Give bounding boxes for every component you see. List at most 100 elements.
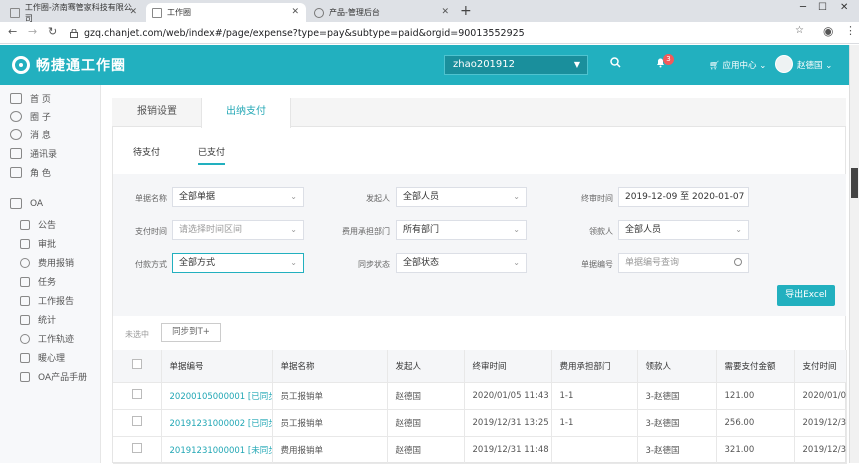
table-row[interactable]: 20191231000001 [未同步] 费用报销单 赵德国 2019/12/3… — [113, 436, 847, 464]
search-icon[interactable] — [734, 258, 742, 266]
doc-no-search-input[interactable]: 单据编号查询 — [618, 253, 749, 273]
forward-arrow-icon[interactable]: → — [28, 25, 37, 38]
select-all-cell[interactable] — [113, 350, 162, 383]
sidebar-item-care[interactable]: 暖心理 — [20, 351, 65, 364]
table-row[interactable]: 20191231000002 [已同步] 员工报销单 赵德国 2019/12/3… — [113, 409, 847, 437]
close-window-icon[interactable]: ✕ — [840, 2, 848, 13]
back-arrow-icon[interactable]: ← — [8, 25, 17, 38]
initiator-select[interactable]: 全部人员 ⌄ — [396, 187, 527, 207]
sidebar-item-expense[interactable]: 费用报销 — [20, 256, 74, 269]
page-icon — [152, 7, 162, 18]
browser-tab-1[interactable]: 工作圈-济南骞管家科技有限公司 ✕ — [4, 3, 144, 23]
tab-reimburse-settings[interactable]: 报销设置 — [112, 98, 202, 127]
doc-no[interactable]: 20191231000001 — [170, 446, 246, 456]
sidebar-item-roles[interactable]: 角 色 — [10, 166, 51, 179]
doc-no-link[interactable]: 20200105000001 [已同步] — [161, 382, 273, 410]
column-header-pay-time[interactable]: 支付时间 — [794, 350, 847, 383]
row-checkbox[interactable] — [132, 416, 142, 426]
user-menu[interactable]: 赵德国 ⌄ — [797, 59, 832, 71]
subtab-pending[interactable]: 待支付 — [133, 145, 160, 158]
sidebar-item-track[interactable]: 工作轨迹 — [20, 332, 74, 345]
column-header-payee[interactable]: 领款人 — [637, 350, 717, 383]
table-row[interactable]: 20200105000001 [已同步] 员工报销单 赵德国 2020/01/0… — [113, 382, 847, 410]
reload-icon[interactable]: ↻ — [48, 25, 57, 38]
amount-cell: 256.00 — [716, 409, 795, 437]
close-icon[interactable]: ✕ — [129, 7, 137, 17]
payee-select[interactable]: 全部人员 ⌄ — [618, 220, 749, 240]
avatar[interactable] — [775, 55, 793, 73]
sidebar-item-label: 角 色 — [30, 169, 51, 179]
browser-tab-3[interactable]: 产品-管理后台 ✕ — [308, 3, 456, 22]
sidebar-item-contacts[interactable]: 通讯录 — [10, 147, 57, 160]
row-select-cell[interactable] — [113, 382, 162, 410]
doc-no[interactable]: 20200105000001 — [170, 392, 246, 402]
close-icon[interactable]: ✕ — [441, 7, 449, 17]
sidebar-item-task[interactable]: 任务 — [20, 275, 56, 288]
username: 赵德国 — [797, 61, 823, 71]
sync-status: [未同步] — [247, 445, 271, 456]
sidebar-item-messages[interactable]: 消 息 — [10, 128, 51, 141]
search-icon[interactable] — [610, 57, 621, 71]
menu-dots-icon[interactable]: ⋮ — [845, 24, 856, 37]
url-field[interactable]: gzq.chanjet.com/web/index#/page/expense?… — [70, 25, 810, 41]
final-time-range[interactable]: 2019-12-09 至 2020-01-07 — [618, 187, 749, 207]
row-checkbox[interactable] — [132, 443, 142, 453]
minimize-icon[interactable]: ─ — [800, 2, 806, 13]
column-header-doc-name[interactable]: 单据名称 — [272, 350, 388, 383]
doc-no[interactable]: 20191231000002 — [170, 419, 246, 429]
sidebar-item-report[interactable]: 工作报告 — [20, 294, 74, 307]
column-header-final-time[interactable]: 终审时间 — [464, 350, 552, 383]
dept-select[interactable]: 所有部门 ⌄ — [396, 220, 527, 240]
tab-cashier-payment[interactable]: 出纳支付 — [201, 98, 291, 128]
close-icon[interactable]: ✕ — [291, 7, 299, 17]
select-all-checkbox[interactable] — [132, 359, 142, 370]
sidebar-item-label: 消 息 — [30, 131, 51, 141]
star-icon[interactable]: ☆ — [795, 25, 804, 36]
doc-no-link[interactable]: 20191231000002 [已同步] — [161, 409, 273, 437]
row-select-cell[interactable] — [113, 409, 162, 437]
row-select-cell[interactable] — [113, 436, 162, 464]
chevron-down-icon: ⌄ — [735, 225, 742, 234]
announcement-icon — [20, 219, 30, 230]
select-value: 全部人员 — [625, 225, 662, 235]
column-header-doc-no[interactable]: 单据编号 — [161, 350, 273, 383]
sidebar-item-groups[interactable]: 圈 子 — [10, 110, 51, 123]
filter-label-doc-name: 单据名称 — [135, 194, 167, 203]
doc-no-link[interactable]: 20191231000001 [未同步] — [161, 436, 273, 464]
page-scrollbar[interactable] — [849, 45, 859, 463]
sidebar-item-label: 通讯录 — [30, 150, 58, 160]
sidebar-section-oa[interactable]: OA — [10, 198, 43, 209]
sidebar-item-approval[interactable]: 审批 — [20, 237, 56, 250]
row-checkbox[interactable] — [132, 389, 142, 399]
select-value: 全部人员 — [403, 192, 440, 202]
filter-label-pay-method: 付款方式 — [135, 260, 167, 269]
pay-time-range[interactable]: 请选择时间区间 ⌄ — [172, 220, 304, 240]
pay-method-select[interactable]: 全部方式 ⌄ — [172, 253, 304, 273]
sidebar-item-home[interactable]: 首 页 — [10, 92, 51, 105]
selection-status: 未选中 — [125, 330, 149, 339]
column-header-initiator[interactable]: 发起人 — [387, 350, 465, 383]
scrollbar-thumb[interactable] — [851, 168, 858, 198]
export-excel-button[interactable]: 导出Excel — [777, 285, 835, 306]
doc-name-select[interactable]: 全部单据 ⌄ — [172, 187, 304, 207]
sync-status-select[interactable]: 全部状态 ⌄ — [396, 253, 527, 273]
column-header-dept[interactable]: 费用承担部门 — [551, 350, 638, 383]
initiator-cell: 赵德国 — [387, 382, 465, 410]
browser-tab-2[interactable]: 工作圈 ✕ — [146, 3, 306, 22]
main-tabs: 报销设置 出纳支付 — [112, 98, 846, 128]
org-selector[interactable]: zhao201912 ▼ — [444, 55, 588, 75]
app-logo[interactable]: 畅捷通工作圈 — [12, 55, 126, 75]
sidebar-item-stats[interactable]: 统计 — [20, 313, 56, 326]
logo-text: 畅捷通工作圈 — [36, 58, 126, 74]
sidebar-item-manual[interactable]: OA产品手册 — [20, 370, 87, 383]
column-header-amount[interactable]: 需要支付金额 — [716, 350, 795, 383]
maximize-icon[interactable]: ☐ — [818, 2, 827, 13]
subtab-paid[interactable]: 已支付 — [198, 145, 226, 165]
sync-to-tplus-button[interactable]: 同步到T+ — [161, 323, 221, 342]
sidebar-item-announcement[interactable]: 公告 — [20, 218, 56, 231]
profile-icon[interactable]: ◉ — [823, 24, 833, 38]
new-tab-plus-icon[interactable]: + — [460, 3, 472, 19]
payee-cell: 3-赵德国 — [637, 409, 717, 437]
final-time-cell: 2019/12/31 11:48 — [464, 436, 552, 464]
app-center-menu[interactable]: 🛒︎ 应用中心 ⌄ — [709, 59, 766, 71]
